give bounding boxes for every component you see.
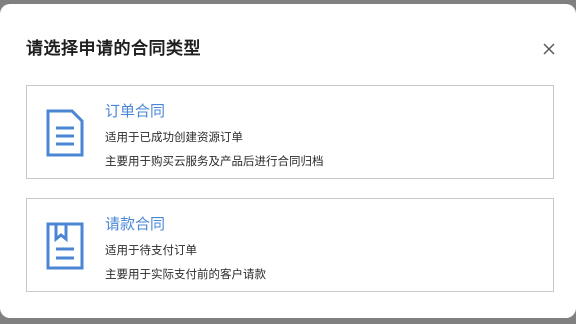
document-icon [45, 108, 85, 158]
close-icon[interactable] [540, 40, 558, 58]
payment-request-contract-option[interactable]: 请款合同 适用于待支付订单 主要用于实际支付前的客户请款 [26, 198, 554, 292]
order-contract-option[interactable]: 订单合同 适用于已成功创建资源订单 主要用于购买云服务及产品后进行合同归档 [26, 85, 554, 179]
option-description: 适用于待支付订单 [105, 243, 197, 257]
contract-type-dialog: 请选择申请的合同类型 订单合同 适用于已成功创建资源订单 主要用于购买云服务及产… [0, 4, 576, 318]
option-title: 请款合同 [105, 215, 166, 233]
option-description: 主要用于购买云服务及产品后进行合同归档 [105, 154, 324, 168]
option-title: 订单合同 [105, 102, 166, 120]
bookmark-document-icon [45, 221, 85, 271]
option-description: 适用于已成功创建资源订单 [105, 130, 243, 144]
option-description: 主要用于实际支付前的客户请款 [105, 267, 266, 281]
dialog-title: 请选择申请的合同类型 [26, 39, 201, 59]
